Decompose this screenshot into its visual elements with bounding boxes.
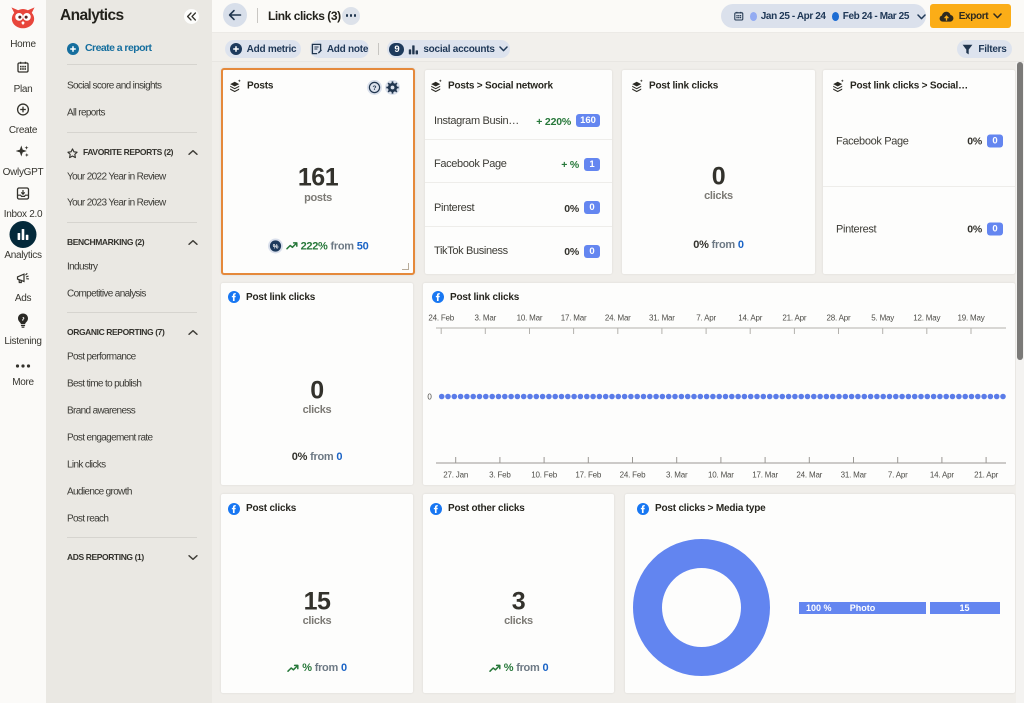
svg-text:%: % xyxy=(272,244,278,251)
svg-text:?: ? xyxy=(372,84,376,91)
